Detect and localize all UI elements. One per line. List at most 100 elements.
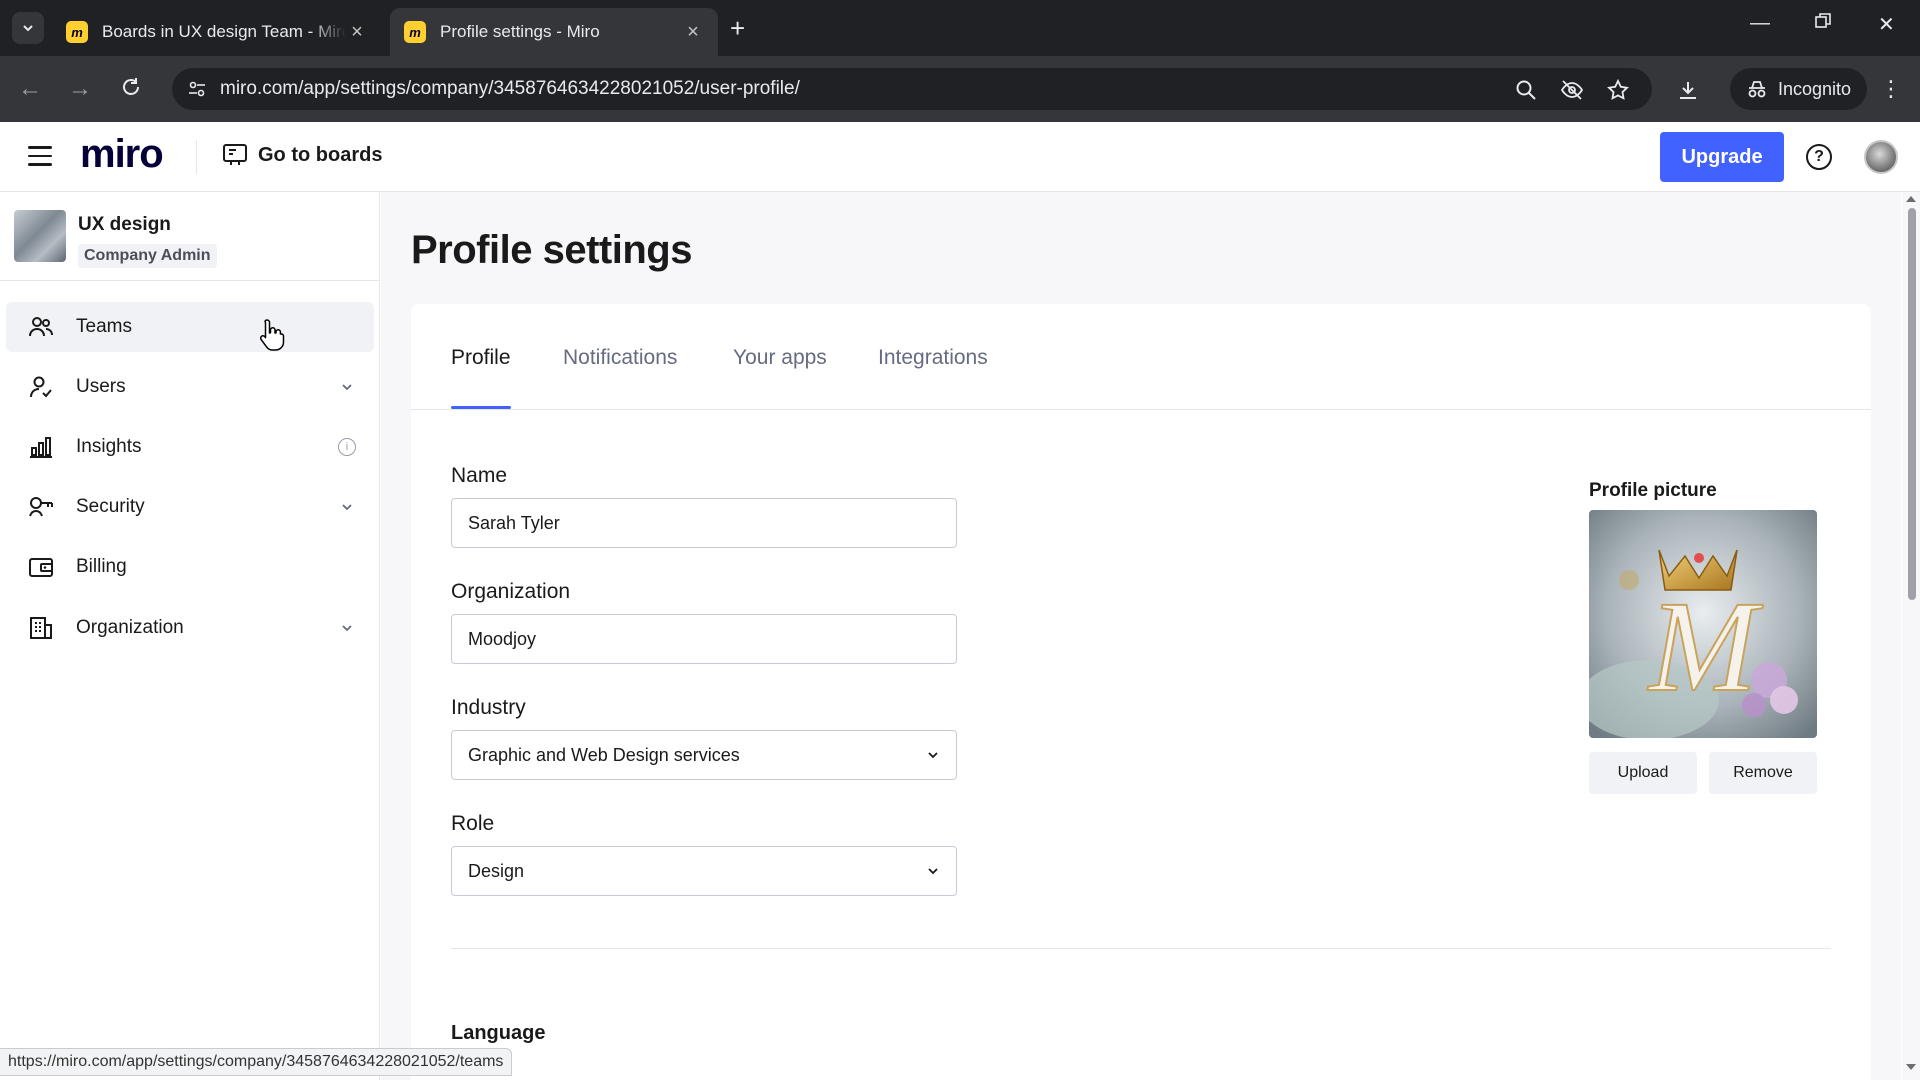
tab-title: Profile settings - Miro bbox=[440, 22, 600, 41]
incognito-label: Incognito bbox=[1778, 78, 1852, 99]
role-label: Role bbox=[451, 812, 495, 835]
profile-settings-card: Profile Notifications Your apps Integrat… bbox=[411, 304, 1871, 1080]
forward-arrow-icon[interactable]: → bbox=[68, 76, 92, 102]
browser-tab-bar: m Boards in UX design Team - Miro × m Pr… bbox=[0, 0, 1920, 56]
tab-search-button[interactable] bbox=[12, 12, 44, 44]
users-icon bbox=[30, 376, 52, 398]
tab-title: Boards in UX design Team - Miro bbox=[102, 22, 346, 41]
hand-cursor-icon bbox=[259, 319, 285, 351]
new-tab-plus-icon[interactable]: + bbox=[730, 14, 745, 42]
sidebar-item-label: Billing bbox=[76, 556, 127, 577]
security-icon bbox=[29, 497, 53, 517]
download-icon[interactable] bbox=[1676, 78, 1700, 102]
upgrade-button[interactable]: Upgrade bbox=[1660, 132, 1784, 182]
role-value: Design bbox=[468, 860, 525, 881]
tab-integrations[interactable]: Integrations bbox=[878, 346, 988, 370]
sidebar-item-label: Security bbox=[76, 496, 145, 517]
chevron-down-icon bbox=[23, 25, 33, 32]
chevron-down-icon bbox=[928, 752, 938, 759]
sidebar-divider bbox=[0, 280, 380, 281]
settings-sidebar: UX design Company Admin Teams Users Insi… bbox=[0, 192, 380, 1080]
name-input[interactable] bbox=[451, 498, 957, 548]
org-thumbnail bbox=[14, 210, 66, 262]
bookmark-star-icon[interactable] bbox=[1606, 78, 1630, 102]
settings-tabs: Profile Notifications Your apps Integrat… bbox=[411, 304, 1871, 410]
close-tab-icon[interactable]: × bbox=[682, 21, 704, 44]
close-tab-icon[interactable]: × bbox=[346, 21, 368, 44]
info-icon[interactable]: i bbox=[338, 438, 356, 456]
upload-button[interactable]: Upload bbox=[1589, 752, 1697, 794]
url-text: miro.com/app/settings/company/3458764634… bbox=[220, 78, 800, 99]
browser-tab-profile-settings[interactable]: m Profile settings - Miro × bbox=[390, 8, 718, 56]
avatar[interactable] bbox=[1864, 140, 1898, 174]
header-divider bbox=[196, 140, 197, 174]
name-label: Name bbox=[451, 464, 508, 487]
minimize-window-icon[interactable]: — bbox=[1750, 12, 1770, 35]
chevron-down-icon[interactable] bbox=[340, 380, 354, 394]
active-tab-underline bbox=[451, 406, 511, 409]
browser-toolbar: ← → miro.com/app/settings/company/345876… bbox=[0, 56, 1920, 122]
org-switcher[interactable]: UX design Company Admin bbox=[14, 210, 217, 268]
org-role-badge: Company Admin bbox=[78, 244, 217, 268]
close-window-icon[interactable]: ✕ bbox=[1878, 12, 1895, 37]
sidebar-item-teams[interactable]: Teams bbox=[6, 302, 374, 352]
scrollbar-thumb[interactable] bbox=[1908, 208, 1916, 600]
sidebar-item-label: Insights bbox=[76, 436, 142, 457]
incognito-indicator[interactable]: Incognito bbox=[1730, 68, 1868, 110]
tab-profile[interactable]: Profile bbox=[451, 346, 511, 370]
back-arrow-icon[interactable]: ← bbox=[18, 76, 42, 102]
hamburger-menu-icon[interactable] bbox=[28, 146, 52, 166]
sidebar-item-billing[interactable]: Billing bbox=[6, 542, 374, 592]
sidebar-item-insights[interactable]: Insights i bbox=[6, 422, 374, 472]
industry-value: Graphic and Web Design services bbox=[468, 744, 740, 765]
org-name: UX design bbox=[78, 214, 171, 235]
site-settings-icon[interactable] bbox=[182, 74, 212, 104]
section-divider bbox=[451, 948, 1831, 949]
miro-logo[interactable]: miro bbox=[80, 132, 164, 177]
language-label: Language bbox=[451, 1022, 546, 1044]
sidebar-item-users[interactable]: Users bbox=[6, 362, 374, 412]
app-header: miro Go to boards Upgrade ? bbox=[0, 122, 1920, 192]
sidebar-item-label: Teams bbox=[76, 316, 132, 337]
industry-select[interactable]: Graphic and Web Design services bbox=[451, 730, 957, 780]
incognito-icon bbox=[1748, 81, 1766, 98]
profile-picture-label: Profile picture bbox=[1589, 480, 1717, 501]
organization-input[interactable] bbox=[451, 614, 957, 664]
tab-notifications[interactable]: Notifications bbox=[563, 346, 677, 370]
miro-favicon-icon: m bbox=[66, 21, 88, 43]
chevron-down-icon bbox=[928, 868, 938, 875]
role-select[interactable]: Design bbox=[451, 846, 957, 896]
reload-icon[interactable] bbox=[120, 76, 142, 104]
chevron-down-icon[interactable] bbox=[340, 500, 354, 514]
browser-tab-boards[interactable]: m Boards in UX design Team - Miro × bbox=[52, 8, 382, 56]
browser-menu-icon[interactable]: ⋮ bbox=[1880, 76, 1902, 102]
tab-your-apps[interactable]: Your apps bbox=[733, 346, 827, 370]
industry-label: Industry bbox=[451, 696, 526, 719]
organization-icon bbox=[30, 617, 52, 639]
help-icon[interactable]: ? bbox=[1806, 144, 1832, 170]
billing-icon bbox=[29, 558, 53, 577]
link-status-bubble: https://miro.com/app/settings/company/34… bbox=[0, 1048, 513, 1076]
miro-favicon-icon: m bbox=[404, 21, 426, 43]
main-content: Profile settings Profile Notifications Y… bbox=[381, 192, 1901, 1080]
sidebar-item-label: Organization bbox=[76, 617, 184, 638]
profile-picture-image: M bbox=[1589, 510, 1817, 738]
teams-icon bbox=[29, 317, 53, 337]
page-title: Profile settings bbox=[411, 228, 692, 272]
scroll-up-arrow-icon[interactable] bbox=[1906, 196, 1916, 202]
sidebar-item-security[interactable]: Security bbox=[6, 482, 374, 532]
go-to-boards-label: Go to boards bbox=[258, 143, 383, 166]
remove-button[interactable]: Remove bbox=[1709, 752, 1817, 794]
restore-window-icon[interactable] bbox=[1814, 12, 1832, 36]
insights-icon bbox=[30, 437, 52, 458]
organization-label: Organization bbox=[451, 580, 571, 603]
sidebar-item-organization[interactable]: Organization bbox=[6, 603, 374, 653]
boards-icon bbox=[223, 144, 247, 165]
sidebar-item-label: Users bbox=[76, 376, 126, 397]
eye-off-icon[interactable] bbox=[1560, 78, 1584, 102]
address-bar[interactable]: miro.com/app/settings/company/3458764634… bbox=[172, 68, 1652, 110]
chevron-down-icon[interactable] bbox=[340, 621, 354, 635]
scroll-down-arrow-icon[interactable] bbox=[1906, 1064, 1916, 1070]
go-to-boards-button[interactable]: Go to boards bbox=[222, 142, 382, 168]
zoom-icon[interactable] bbox=[1514, 78, 1538, 102]
